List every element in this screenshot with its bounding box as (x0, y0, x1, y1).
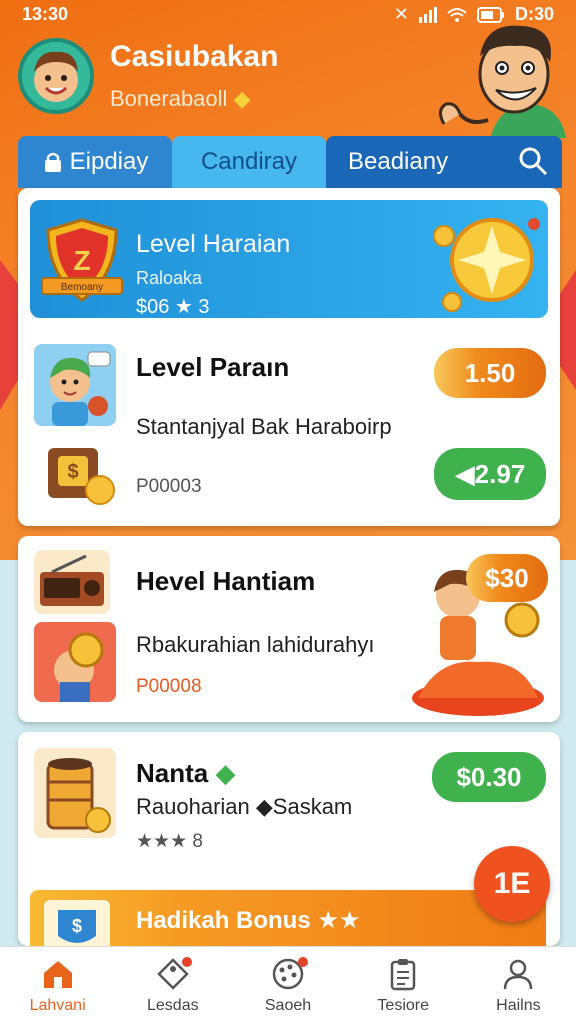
item-thumbnail-wallet: $ (44, 444, 118, 506)
notification-dot (182, 957, 193, 967)
level-card-2[interactable]: Hevel Hantiam Rbakurahian lahidurahyı P0… (18, 536, 560, 722)
level-card-main: Z Bemoany Level Haraian Raloaka $06 ★ 3 … (18, 188, 560, 526)
banner-meta: $06 ★ 3 (136, 296, 210, 318)
sun-coin-burst-icon (433, 218, 540, 312)
lock-icon (44, 152, 61, 172)
svg-text:$: $ (72, 916, 82, 936)
notification-dot (297, 957, 308, 967)
nav-hailns-label: Hailns (496, 996, 541, 1014)
nav-saoeh[interactable]: Saoeh (230, 947, 345, 1024)
nav-lesdas[interactable]: Lesdas (115, 947, 230, 1024)
bonus-title: Hadikah Bonus ★★ (136, 907, 361, 934)
banner-title: Level Haraian (136, 230, 291, 258)
app-subtitle-text: Bonerabaoll (110, 86, 228, 111)
kid-character-icon (50, 351, 111, 426)
tab-eipdiay-label: Eipdiay (69, 148, 149, 175)
nav-lesdas-label: Lesdas (147, 996, 199, 1014)
gem-icon: ◆ (215, 758, 236, 788)
home-icon (43, 960, 72, 988)
item-title-2: Hevel Hantiam (136, 566, 316, 596)
item-title-3-text: Nanta (136, 758, 209, 788)
item-subtitle-1: Stantanjyal Bak Haraboirp (136, 414, 392, 439)
nav-tesiore-label: Tesiore (377, 996, 429, 1014)
app-subtitle: Bonerabaoll ◆ (110, 86, 250, 112)
item-subtitle-2: Rbakurahian lahidurahyı (136, 632, 375, 657)
tab-beadiany[interactable]: Beadiany (326, 136, 562, 188)
price-badge-2[interactable]: $30 (466, 554, 548, 602)
status-time: 13:30 (22, 4, 69, 24)
bottom-navigation: Lahvani Lesdas Saoeh Tesiore Hailns (0, 946, 576, 1024)
floating-action-button[interactable]: 1E (474, 846, 550, 922)
item-subtitle-3: Rauoharian ◆Saskam (136, 794, 353, 819)
price-badge-3[interactable]: $0.30 (432, 752, 546, 802)
shield-ribbon-text: Bemoany (61, 282, 103, 293)
app-title: Casiubakan (110, 40, 279, 73)
featured-banner[interactable]: Z Bemoany Level Haraian Raloaka $06 ★ 3 (30, 200, 548, 318)
banner-subtitle: Raloaka (136, 268, 203, 288)
bonus-badge-icon: $ (44, 900, 110, 950)
nav-saoeh-label: Saoeh (264, 996, 312, 1014)
clipboard-icon (390, 958, 416, 990)
tab-candiray-label: Candiray (200, 148, 298, 175)
mascot-character-icon (439, 25, 566, 138)
nav-hailns[interactable]: Hailns (461, 947, 576, 1024)
person-icon (504, 959, 533, 989)
shield-letter: Z (73, 245, 90, 276)
nav-home[interactable]: Lahvani (0, 947, 115, 1024)
item-thumbnail-kid (34, 344, 116, 426)
tab-bar: Eipdiay Candiray Beadiany (18, 136, 562, 188)
svg-text:$: $ (67, 461, 78, 483)
item-meta-1: P00003 (136, 476, 202, 497)
coin-icon: ◆ (233, 86, 251, 111)
bonus-banner[interactable]: $ Hadikah Bonus ★★ (30, 890, 546, 950)
wallet-coin-icon: $ (48, 448, 115, 505)
coin-stack-icon (46, 758, 111, 833)
radio-icon (40, 554, 104, 606)
avatar-face-icon (34, 51, 78, 102)
item-meta-3: ★★★ 8 (136, 831, 203, 852)
price-badge-1[interactable]: 1.50 (434, 348, 546, 398)
item-thumbnail-coin-stack (34, 748, 116, 838)
tab-beadiany-label: Beadiany (348, 148, 449, 175)
mute-icon: ✕ (393, 4, 409, 24)
coin-hand-icon (54, 632, 104, 702)
nav-home-label: Lahvani (29, 996, 86, 1014)
shield-badge-icon: Z Bemoany (41, 218, 123, 302)
search-icon[interactable] (518, 146, 548, 176)
tab-eipdiay[interactable]: Eipdiay (18, 136, 172, 188)
avatar[interactable] (18, 38, 94, 114)
item-thumbnail-coin-hand (34, 622, 116, 702)
item-title-3: Nanta ◆ (136, 758, 235, 789)
item-thumbnail-radio (34, 550, 110, 614)
item-title-1: Level Paraın (136, 352, 290, 382)
value-badge-1[interactable]: ◀2.97 (434, 448, 546, 500)
tab-candiray[interactable]: Candiray (172, 136, 326, 188)
nav-tesiore[interactable]: Tesiore (346, 947, 461, 1024)
item-meta-2: P00008 (136, 676, 202, 697)
